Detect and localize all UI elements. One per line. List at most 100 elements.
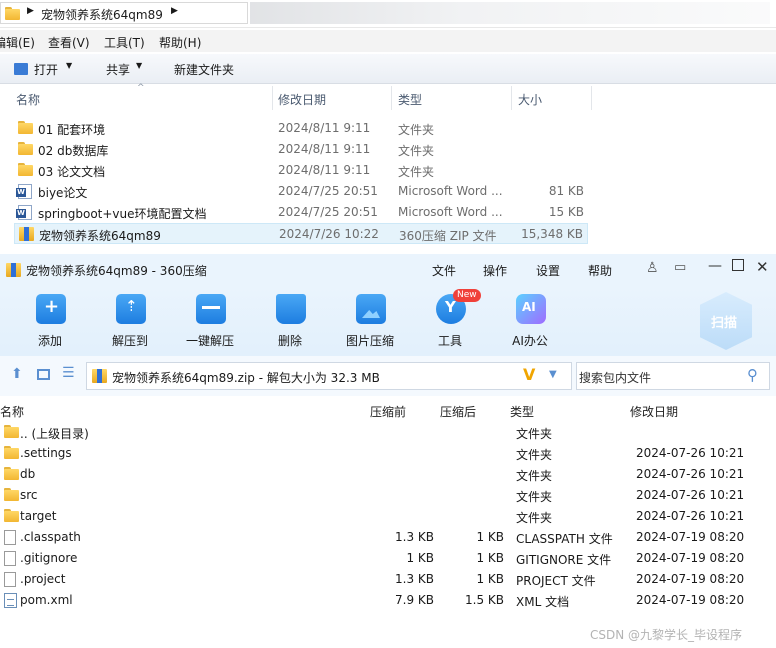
ai-icon: AI (516, 294, 546, 324)
screen: ▶ 宠物领养系统64qm89 ▶ 编辑(E) 查看(V) 工具(T) 帮助(H)… (0, 0, 776, 648)
archive-row[interactable]: .project 1.3 KB 1 KB PROJECT 文件 2024-07-… (0, 569, 776, 590)
delete-button[interactable]: 删除 (255, 292, 325, 354)
entry-name: .classpath (20, 530, 81, 544)
entry-type: 文件夹 (516, 469, 553, 483)
file-type: 文件夹 (398, 165, 435, 179)
menu-edit[interactable]: 编辑(E) (0, 34, 35, 51)
menu-settings[interactable]: 设置 (536, 262, 560, 279)
file-name: 03 论文文档 (38, 165, 106, 179)
file-row[interactable]: 01 配套环境 2024/8/11 9:11 文件夹 (14, 118, 588, 139)
search-icon[interactable]: ⚲ (747, 366, 758, 384)
entry-type: XML 文档 (516, 595, 570, 609)
file-row[interactable]: 02 db数据库 2024/8/11 9:11 文件夹 (14, 139, 588, 160)
menu-help[interactable]: 帮助(H) (159, 34, 201, 51)
archive-row[interactable]: .settings 文件夹 2024-07-26 10:21 (0, 443, 776, 464)
divider (511, 86, 512, 110)
up-arrow-icon[interactable]: ⬆ (11, 366, 23, 382)
col-size[interactable]: 大小 (518, 91, 542, 108)
archive-row[interactable]: .classpath 1.3 KB 1 KB CLASSPATH 文件 2024… (0, 527, 776, 548)
entry-name: db (20, 467, 36, 481)
close-icon[interactable]: ✕ (756, 258, 769, 276)
entry-type: GITIGNORE 文件 (516, 553, 612, 567)
search-field[interactable]: 搜索包内文件 ⚲ (576, 362, 770, 390)
maximize-icon[interactable] (732, 259, 744, 271)
share-button[interactable]: 共享 ▼ (106, 58, 150, 80)
add-button[interactable]: + 添加 (15, 292, 85, 354)
zip-title-bar: 宠物领养系统64qm89 - 360压缩 文件 操作 设置 帮助 ♙ ▭ — ✕ (0, 254, 776, 286)
archive-path-field[interactable]: 宠物领养系统64qm89.zip - 解包大小为 32.3 MB V ▼ (86, 362, 572, 390)
file-icon (4, 530, 16, 545)
menu-view[interactable]: 查看(V) (48, 34, 90, 51)
col-before[interactable]: 压缩前 (370, 403, 406, 420)
file-size: 15 KB (548, 205, 584, 219)
zip-ribbon: + 添加 ⇡ 解压到 一键解压 删除 图片压缩 Y New 工具 AI AI办公… (0, 286, 776, 356)
one-click-extract-button[interactable]: 一键解压 (175, 292, 245, 354)
scan-button[interactable]: 扫描 (700, 292, 752, 350)
col-type[interactable]: 类型 (510, 403, 534, 420)
entry-before: 1.3 KB (395, 530, 434, 544)
entry-after: 1 KB (476, 530, 504, 544)
view-list-icon[interactable]: ☰ (62, 365, 75, 381)
col-type[interactable]: 类型 (398, 91, 422, 108)
feedback-icon[interactable]: ▭ (674, 260, 686, 275)
minimize-icon[interactable]: — (708, 258, 722, 274)
archive-row[interactable]: pom.xml 7.9 KB 1.5 KB XML 文档 2024-07-19 … (0, 590, 776, 611)
file-row[interactable]: springboot+vue环境配置文档 2024/7/25 20:51 Mic… (14, 202, 588, 223)
menu-tools[interactable]: 工具(T) (104, 34, 145, 51)
archive-row[interactable]: db 文件夹 2024-07-26 10:21 (0, 464, 776, 485)
entry-type: PROJECT 文件 (516, 574, 596, 588)
breadcrumb-expand-icon[interactable]: ▶ (171, 6, 178, 16)
archive-row[interactable]: .gitignore 1 KB 1 KB GITIGNORE 文件 2024-0… (0, 548, 776, 569)
breadcrumb-arrow-icon[interactable]: ▶ (27, 6, 34, 16)
col-date[interactable]: 修改日期 (278, 91, 326, 108)
open-icon (14, 63, 28, 75)
open-button[interactable]: 打开 ▼ (14, 58, 92, 80)
search-placeholder: 搜索包内文件 (579, 371, 652, 385)
col-after[interactable]: 压缩后 (440, 403, 476, 420)
view-thumbnail-icon[interactable] (37, 369, 50, 380)
menu-file[interactable]: 文件 (432, 262, 456, 279)
entry-date: 2024-07-26 10:21 (636, 446, 745, 460)
file-name: 01 配套环境 (38, 123, 106, 137)
image-compress-button[interactable]: 图片压缩 (335, 292, 405, 354)
archive-row[interactable]: target 文件夹 2024-07-26 10:21 (0, 506, 776, 527)
one-click-extract-label: 一键解压 (185, 334, 234, 348)
tools-button[interactable]: Y New 工具 (415, 289, 485, 354)
entry-name: .. (上级目录) (20, 427, 89, 441)
archive-row[interactable]: src 文件夹 2024-07-26 10:21 (0, 485, 776, 506)
file-row[interactable]: biye论文 2024/7/25 20:51 Microsoft Word ..… (14, 181, 588, 202)
chevron-down-icon[interactable]: ▼ (549, 369, 557, 380)
file-name: springboot+vue环境配置文档 (38, 207, 207, 221)
new-folder-button[interactable]: 新建文件夹 (174, 61, 234, 78)
file-date: 2024/8/11 9:11 (278, 163, 371, 177)
add-icon: + (36, 294, 66, 324)
entry-type: 文件夹 (516, 448, 553, 462)
file-name: 02 db数据库 (38, 144, 109, 158)
ai-office-button[interactable]: AI AI办公 (495, 292, 565, 354)
archive-row[interactable]: .. (上级目录) 文件夹 (0, 422, 776, 443)
window-title: 宠物领养系统64qm89 - 360压缩 (26, 264, 207, 278)
file-date: 2024/7/25 20:51 (278, 184, 378, 198)
blurred-region (250, 2, 770, 24)
col-name[interactable]: 名称 (0, 403, 24, 420)
breadcrumb[interactable]: 宠物领养系统64qm89 (41, 6, 163, 23)
share-label: 共享 (106, 63, 131, 77)
explorer-column-header: 名称 ^ 修改日期 类型 大小 (0, 83, 776, 110)
image-compress-label: 图片压缩 (345, 334, 394, 348)
file-row-selected[interactable]: 宠物领养系统64qm89 2024/7/26 10:22 360压缩 ZIP 文… (14, 223, 588, 244)
file-size: 15,348 KB (521, 227, 583, 241)
entry-date: 2024-07-19 08:20 (636, 593, 745, 607)
col-name[interactable]: 名称 (16, 91, 40, 108)
extract-to-button[interactable]: ⇡ 解压到 (95, 292, 165, 354)
zip-path-bar: ⬆ ☰ 宠物领养系统64qm89.zip - 解包大小为 32.3 MB V ▼… (0, 356, 776, 396)
file-row[interactable]: 03 论文文档 2024/8/11 9:11 文件夹 (14, 160, 588, 181)
word-doc-icon (16, 205, 32, 220)
folder-icon (4, 509, 19, 522)
zip-app-icon (6, 263, 21, 277)
folder-icon (4, 488, 19, 501)
col-date[interactable]: 修改日期 (630, 403, 678, 420)
menu-operate[interactable]: 操作 (483, 262, 507, 279)
skin-shirt-icon[interactable]: ♙ (646, 260, 659, 276)
menu-help[interactable]: 帮助 (588, 262, 612, 279)
address-field[interactable]: ▶ 宠物领养系统64qm89 ▶ (0, 2, 248, 24)
